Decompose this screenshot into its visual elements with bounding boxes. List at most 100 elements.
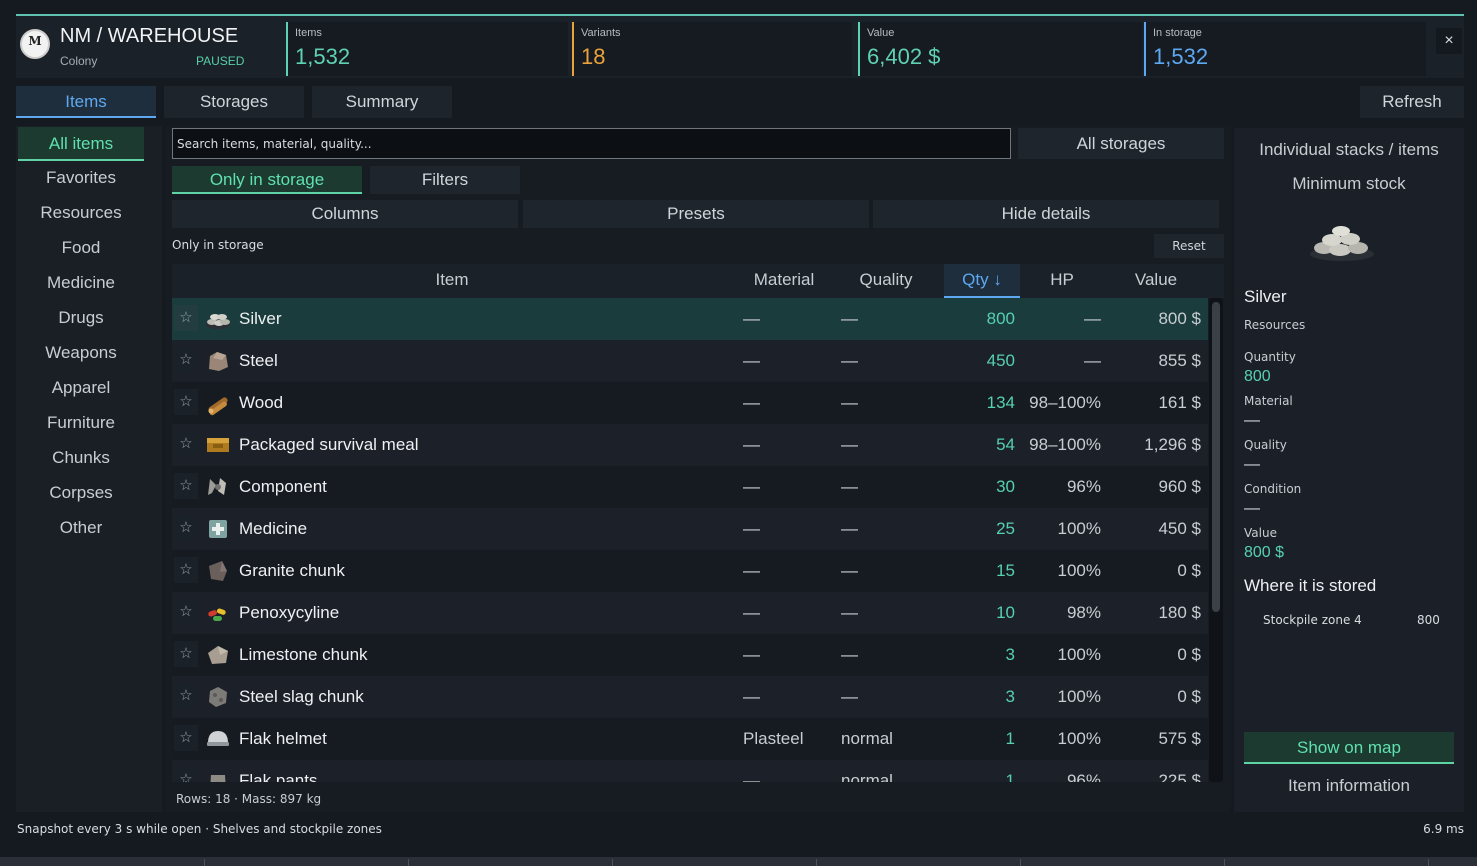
stat-in-storage: In storage 1,532: [1144, 22, 1426, 76]
close-button[interactable]: ×: [1436, 28, 1462, 54]
table-row[interactable]: ☆ Wood — — 134 98–100% 161 $: [172, 382, 1208, 424]
reset-button[interactable]: Reset: [1154, 234, 1224, 258]
favorite-star-icon[interactable]: ☆: [174, 641, 198, 667]
tab-items[interactable]: Items: [16, 86, 156, 118]
footer-timing: 6.9 ms: [1423, 822, 1464, 836]
column-header-qty[interactable]: Qty ↓: [944, 264, 1020, 298]
category-furniture[interactable]: Furniture: [18, 406, 144, 440]
storage-select[interactable]: All storages: [1018, 128, 1224, 159]
app-title: NM / WAREHOUSE: [60, 25, 239, 47]
column-header-hp[interactable]: HP: [1020, 264, 1104, 298]
details-mode-button[interactable]: Individual stacks / items: [1234, 140, 1464, 160]
favorite-star-icon[interactable]: ☆: [174, 683, 198, 709]
item-value: 180 $: [1158, 603, 1201, 622]
category-all-items[interactable]: All items: [18, 127, 144, 161]
stat-in-storage-label: In storage: [1153, 27, 1202, 39]
item-hp: 98–100%: [1029, 435, 1101, 454]
category-resources[interactable]: Resources: [18, 196, 144, 230]
presets-button[interactable]: Presets: [523, 200, 869, 228]
item-qty: 134: [986, 393, 1015, 412]
item-qty: 1: [1005, 729, 1015, 748]
favorite-star-icon[interactable]: ☆: [174, 389, 198, 415]
item-value: 225 $: [1158, 771, 1201, 782]
table-row[interactable]: ☆ Penoxycyline — — 10 98% 180 $: [172, 592, 1208, 634]
item-qty: 3: [1005, 687, 1015, 706]
column-header-material[interactable]: Material: [732, 264, 836, 298]
favorite-star-icon[interactable]: ☆: [174, 515, 198, 541]
table-row[interactable]: ☆ Medicine — — 25 100% 450 $: [172, 508, 1208, 550]
column-header-quality[interactable]: Quality: [836, 264, 936, 298]
item-quality: normal: [841, 771, 893, 782]
footer-info: Snapshot every 3 s while open · Shelves …: [17, 822, 382, 836]
slag-chunk-icon: [209, 687, 227, 707]
table-row[interactable]: ☆ Granite chunk — — 15 100% 0 $: [172, 550, 1208, 592]
table-row[interactable]: ☆ Flak helmet Plasteel normal 1 100% 575 $: [172, 718, 1208, 760]
table-row[interactable]: ☆ Limestone chunk — — 3 100% 0 $: [172, 634, 1208, 676]
taskbar: [0, 857, 1477, 866]
show-on-map-button[interactable]: Show on map: [1244, 732, 1454, 764]
favorite-star-icon[interactable]: ☆: [174, 557, 198, 583]
item-value: 0 $: [1177, 561, 1201, 580]
item-name: Granite chunk: [239, 561, 345, 580]
detail-quantity-label: Quantity: [1244, 350, 1296, 364]
table-row[interactable]: ☆ Steel slag chunk — — 3 100% 0 $: [172, 676, 1208, 718]
table-row[interactable]: ☆ Silver — — 800 — 800 $: [172, 298, 1208, 340]
item-value: 960 $: [1158, 477, 1201, 496]
storage-zone-name[interactable]: Stockpile zone 4: [1263, 613, 1362, 627]
item-value: 575 $: [1158, 729, 1201, 748]
item-name: Flak pants: [239, 771, 318, 782]
taskbar-divider: [816, 859, 817, 866]
category-corpses[interactable]: Corpses: [18, 476, 144, 510]
item-quality: —: [841, 393, 858, 412]
category-food[interactable]: Food: [18, 231, 144, 265]
favorite-star-icon[interactable]: ☆: [174, 599, 198, 625]
tab-summary[interactable]: Summary: [312, 86, 452, 118]
category-chunks[interactable]: Chunks: [18, 441, 144, 475]
item-hp: 100%: [1057, 729, 1101, 748]
favorite-star-icon[interactable]: ☆: [174, 431, 198, 457]
favorite-star-icon[interactable]: ☆: [174, 725, 198, 751]
scrollbar-thumb[interactable]: [1212, 302, 1220, 612]
favorite-star-icon[interactable]: ☆: [174, 473, 198, 499]
item-quality: —: [841, 435, 858, 454]
refresh-button[interactable]: Refresh: [1360, 86, 1464, 118]
category-drugs[interactable]: Drugs: [18, 301, 144, 335]
detail-quantity-value: 800: [1244, 368, 1271, 385]
minimum-stock-button[interactable]: Minimum stock: [1234, 174, 1464, 194]
table-row[interactable]: ☆ Packaged survival meal — — 54 98–100% 1,296 …: [172, 424, 1208, 466]
table-scrollbar[interactable]: [1209, 298, 1223, 782]
column-header-value[interactable]: Value: [1104, 264, 1208, 298]
helmet-icon: [207, 731, 229, 746]
favorite-star-icon[interactable]: ☆: [174, 767, 198, 782]
item-qty: 15: [996, 561, 1015, 580]
storage-locations-title: Where it is stored: [1244, 576, 1377, 595]
table-row[interactable]: ☆ Component — — 30 96% 960 $: [172, 466, 1208, 508]
category-favorites[interactable]: Favorites: [18, 161, 144, 195]
category-weapons[interactable]: Weapons: [18, 336, 144, 370]
table-row[interactable]: ☆ Flak pants — normal 1 96% 225 $: [172, 760, 1208, 782]
item-hp: 98–100%: [1029, 393, 1101, 412]
category-medicine[interactable]: Medicine: [18, 266, 144, 300]
item-material: —: [743, 771, 760, 782]
table-row[interactable]: ☆ Steel — — 450 — 855 $: [172, 340, 1208, 382]
stat-variants: Variants 18: [572, 22, 852, 76]
stat-value: Value 6,402 $: [858, 22, 1142, 76]
filters-button[interactable]: Filters: [370, 166, 520, 194]
hide-details-button[interactable]: Hide details: [873, 200, 1219, 228]
tab-storages[interactable]: Storages: [164, 86, 304, 118]
only-in-storage-toggle[interactable]: Only in storage: [172, 166, 362, 194]
item-quality: —: [841, 645, 858, 664]
search-input[interactable]: [172, 128, 1011, 159]
item-quality: —: [841, 519, 858, 538]
category-other[interactable]: Other: [18, 511, 144, 545]
detail-condition-value: —: [1244, 500, 1260, 517]
columns-button[interactable]: Columns: [172, 200, 518, 228]
item-information-button[interactable]: Item information: [1244, 770, 1454, 802]
favorite-star-icon[interactable]: ☆: [174, 305, 198, 331]
favorite-star-icon[interactable]: ☆: [174, 347, 198, 373]
item-name: Medicine: [239, 519, 308, 538]
item-qty: 1: [1005, 771, 1015, 782]
column-header-item[interactable]: Item: [172, 264, 732, 298]
detail-quality-label: Quality: [1244, 438, 1287, 452]
category-apparel[interactable]: Apparel: [18, 371, 144, 405]
